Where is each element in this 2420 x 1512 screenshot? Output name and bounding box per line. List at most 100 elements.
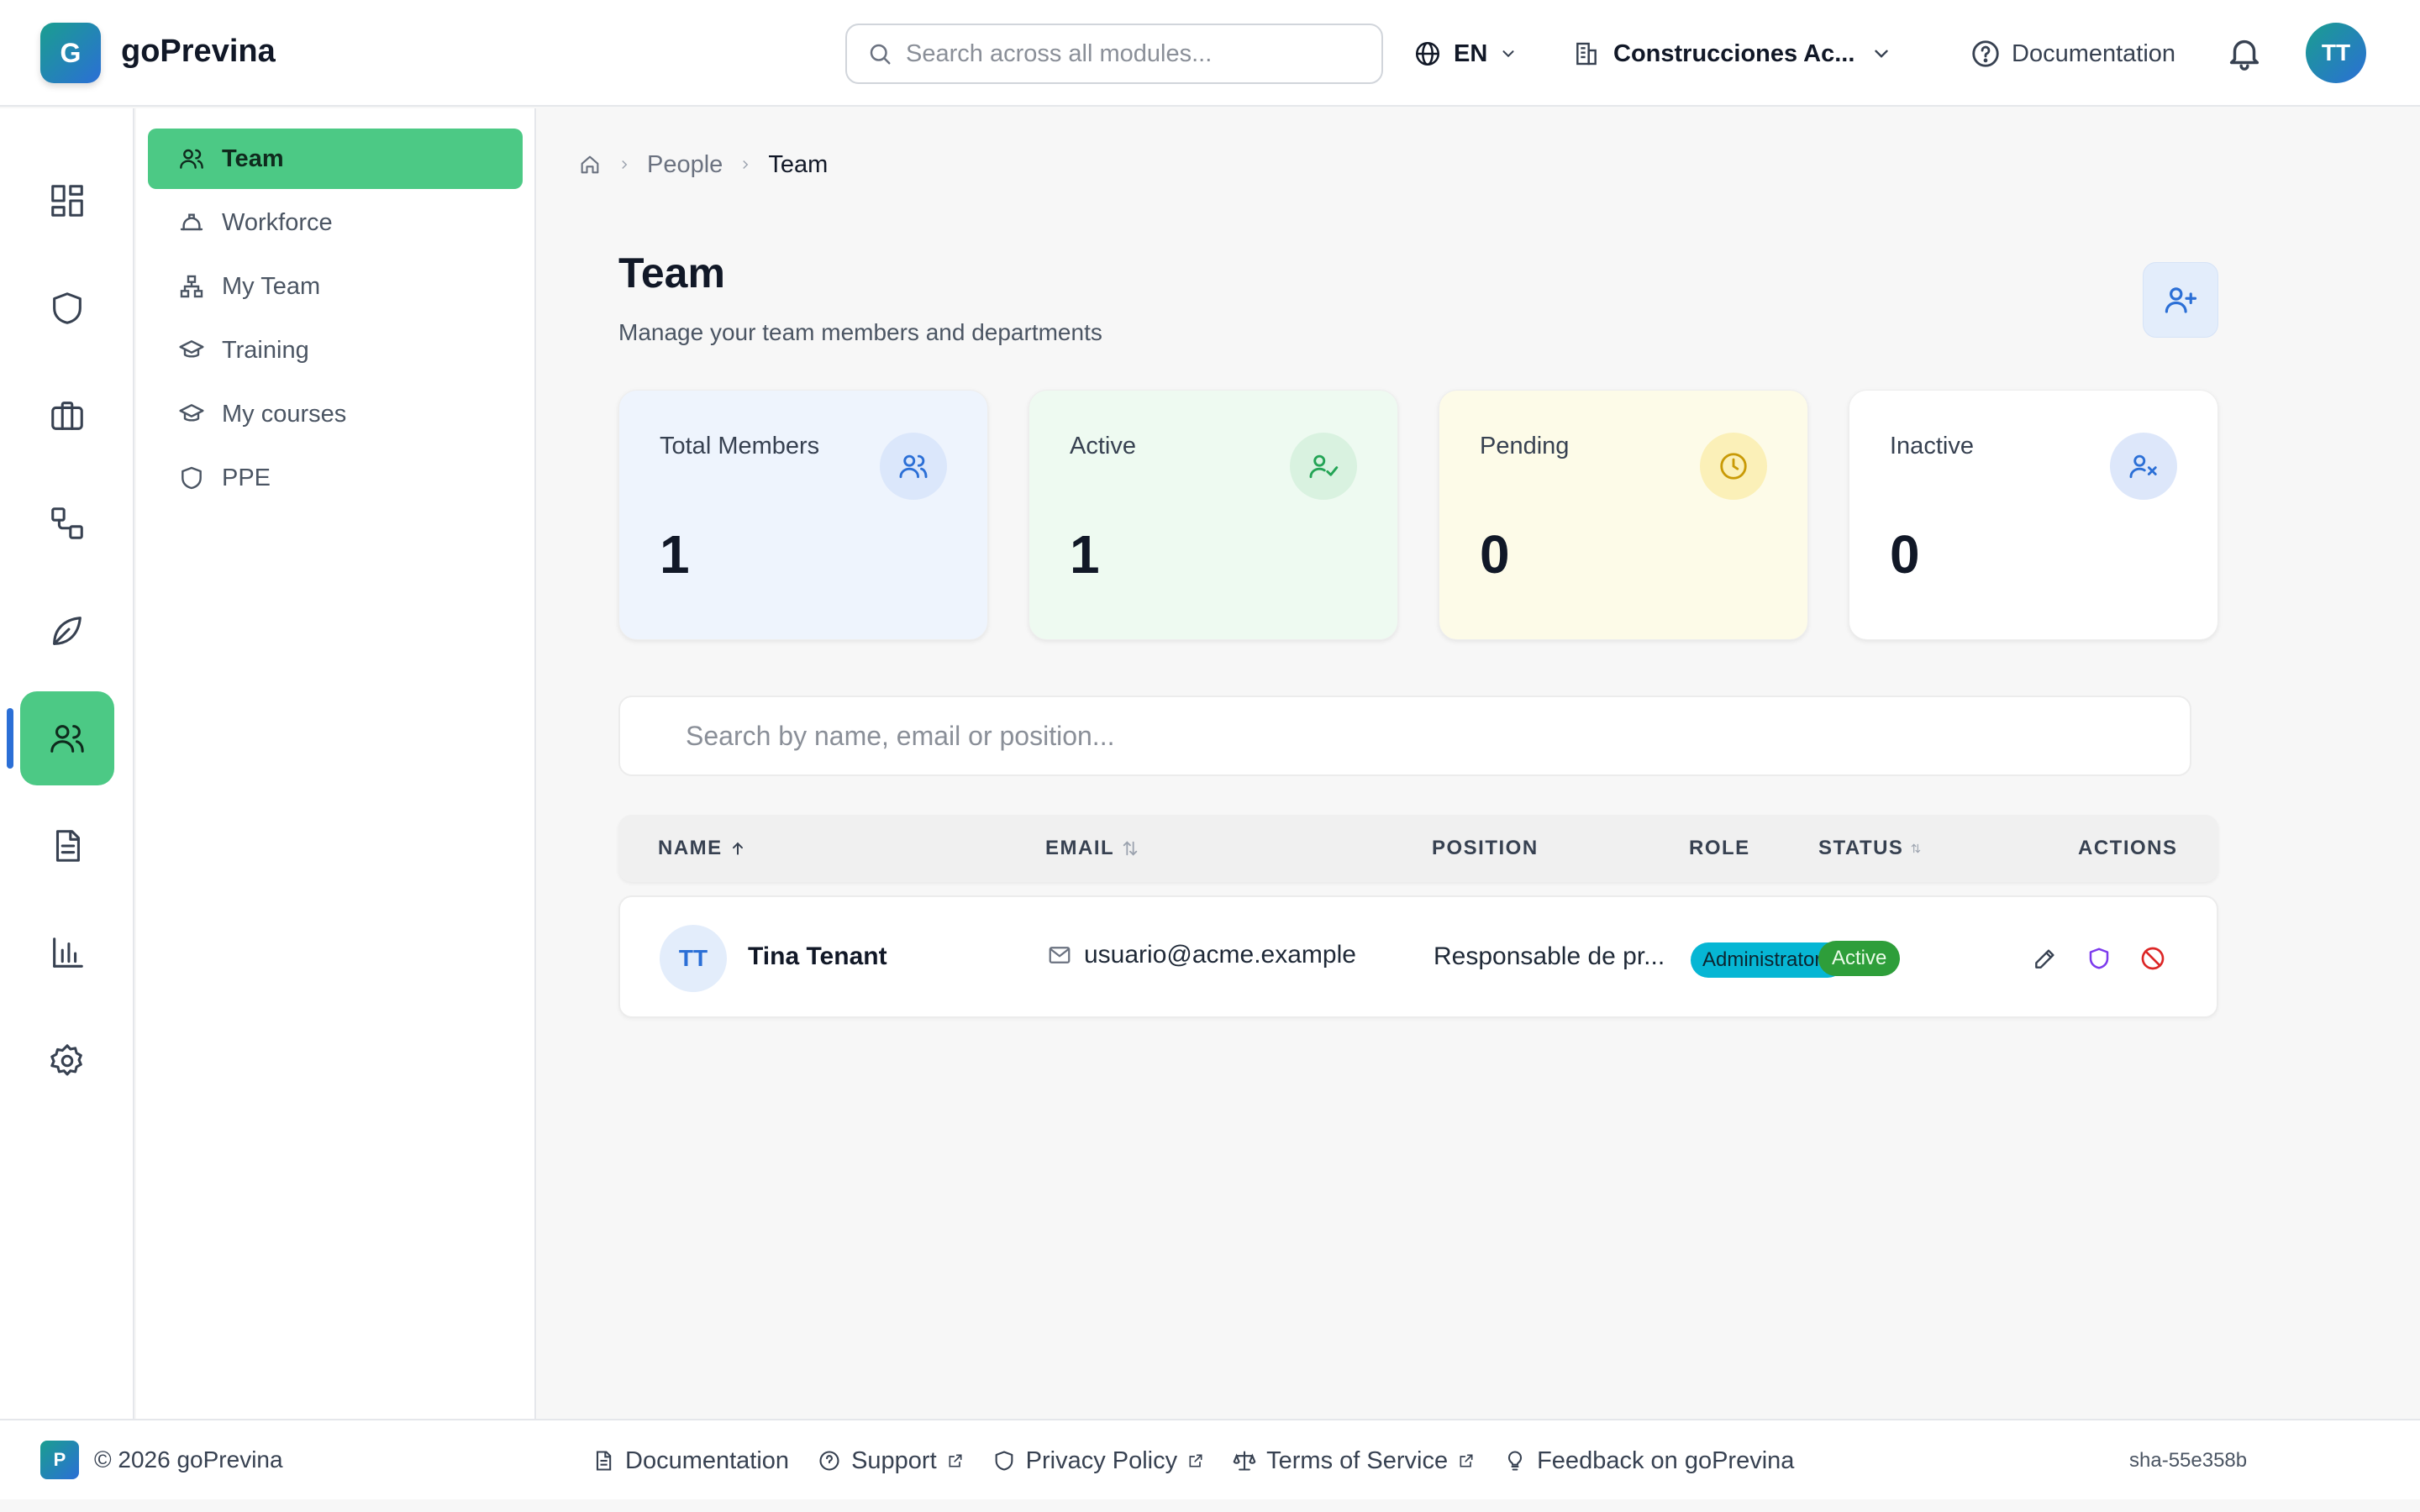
users-icon <box>880 433 947 500</box>
home-icon[interactable] <box>578 153 602 176</box>
table-row[interactable]: TT Tina Tenant usuario@acme.example Resp… <box>618 895 2218 1018</box>
member-avatar: TT <box>660 925 727 992</box>
footer-documentation-link[interactable]: Documentation <box>592 1447 789 1475</box>
user-plus-icon <box>2163 282 2198 318</box>
stat-value: 0 <box>1890 524 1920 585</box>
global-search-input[interactable]: Search across all modules... <box>845 24 1383 84</box>
footer-link-label: Support <box>851 1446 937 1474</box>
active-module-indicator <box>7 708 13 769</box>
shield-permissions-icon[interactable] <box>2082 942 2116 975</box>
graduation-cap-icon <box>178 401 205 428</box>
column-header-role: ROLE <box>1689 815 1750 882</box>
subnav-item-workforce[interactable]: Workforce <box>148 192 523 253</box>
breadcrumb-people[interactable]: People <box>647 151 723 179</box>
sort-icon <box>1121 839 1139 858</box>
subnav-label: PPE <box>222 464 271 491</box>
help-circle-icon <box>818 1449 841 1473</box>
documentation-link[interactable]: Documentation <box>1970 34 2175 74</box>
bell-icon[interactable] <box>2225 34 2264 72</box>
deactivate-icon[interactable] <box>2136 942 2170 975</box>
breadcrumb-current: Team <box>768 150 829 178</box>
member-search-input[interactable]: Search by name, email or position... <box>618 696 2191 776</box>
page-title: Team <box>618 249 725 297</box>
stat-label: Active <box>1070 433 1136 459</box>
subnav-item-my-team[interactable]: My Team <box>148 256 523 317</box>
stat-value: 1 <box>1070 524 1100 585</box>
footer-feedback-link[interactable]: Feedback on goPrevina <box>1503 1447 1794 1475</box>
column-label: ACTIONS <box>2078 837 2178 859</box>
edit-icon[interactable] <box>2028 942 2062 975</box>
stat-label: Pending <box>1480 433 1570 459</box>
external-link-icon <box>1458 1452 1475 1469</box>
page-subtitle: Manage your team members and departments <box>618 319 1102 345</box>
rail-dashboard[interactable] <box>20 154 114 248</box>
rail-settings[interactable] <box>20 1014 114 1108</box>
rail-documents[interactable] <box>20 799 114 893</box>
footer-link-label: Feedback on goPrevina <box>1537 1446 1795 1474</box>
leaf-icon <box>48 612 87 650</box>
footer: P © 2026 goPrevina Documentation Support… <box>0 1419 2420 1499</box>
subnav-item-ppe[interactable]: PPE <box>148 448 523 508</box>
company-name: Construcciones Ac... <box>1613 39 1855 67</box>
subnav-item-my-courses[interactable]: My courses <box>148 384 523 444</box>
people-subnav: Team Workforce My Team Training My cours… <box>136 108 536 1419</box>
column-header-position: POSITION <box>1432 815 1539 882</box>
chevron-down-icon <box>1499 45 1518 63</box>
sort-icon <box>1910 843 1922 854</box>
user-avatar[interactable]: TT <box>2306 23 2366 83</box>
module-rail <box>0 108 134 1419</box>
column-label: STATUS <box>1818 837 1904 859</box>
subnav-item-team[interactable]: Team <box>148 129 523 189</box>
column-label: NAME <box>658 837 723 859</box>
column-header-actions: ACTIONS <box>2078 815 2178 882</box>
stat-card-active: Active 1 <box>1028 390 1398 640</box>
graduation-cap-icon <box>178 337 205 364</box>
language-selector[interactable]: EN <box>1413 34 1518 74</box>
footer-terms-link[interactable]: Terms of Service <box>1233 1447 1475 1475</box>
column-label: EMAIL <box>1045 837 1115 859</box>
member-name[interactable]: Tina Tenant <box>748 942 887 971</box>
member-email-text: usuario@acme.example <box>1084 941 1356 969</box>
subnav-label: Training <box>222 336 309 364</box>
language-code: EN <box>1454 39 1488 67</box>
settings-icon <box>48 1042 87 1080</box>
stat-label: Inactive <box>1890 433 1974 459</box>
company-selector[interactable]: Construcciones Ac... <box>1573 34 1892 74</box>
footer-privacy-link[interactable]: Privacy Policy <box>992 1447 1205 1475</box>
search-placeholder: Search across all modules... <box>906 39 1213 67</box>
build-hash: sha-55e358b <box>2129 1449 2248 1472</box>
top-header: G goPrevina Search across all modules...… <box>0 0 2420 107</box>
subnav-item-training[interactable]: Training <box>148 320 523 381</box>
footer-support-link[interactable]: Support <box>818 1447 964 1475</box>
rail-projects[interactable] <box>20 369 114 463</box>
app-logo[interactable]: G <box>40 23 101 83</box>
org-chart-icon <box>178 273 205 300</box>
search-icon <box>867 41 892 66</box>
member-position: Responsable de pr... <box>1434 942 1665 970</box>
rail-environment[interactable] <box>20 584 114 678</box>
document-icon <box>48 827 87 865</box>
rail-people[interactable] <box>20 691 114 785</box>
member-email: usuario@acme.example <box>1047 941 1356 969</box>
column-header-email[interactable]: EMAIL <box>1045 815 1139 882</box>
clock-icon <box>1700 433 1767 500</box>
stat-value: 0 <box>1480 524 1510 585</box>
footer-link-label: Documentation <box>625 1446 790 1474</box>
column-header-name[interactable]: NAME <box>658 815 746 882</box>
subnav-label: My courses <box>222 400 347 428</box>
column-header-status[interactable]: STATUS <box>1818 815 1922 882</box>
scale-icon <box>1233 1449 1256 1473</box>
rail-workflows[interactable] <box>20 476 114 570</box>
breadcrumb: People Team <box>578 148 828 181</box>
dashboard-icon <box>48 181 87 220</box>
column-label: ROLE <box>1689 837 1750 859</box>
hard-hat-icon <box>178 209 205 236</box>
subnav-label: My Team <box>222 272 321 300</box>
app-name[interactable]: goPrevina <box>121 34 276 70</box>
chevron-down-icon <box>1870 43 1892 65</box>
rail-reports[interactable] <box>20 906 114 1000</box>
add-member-button[interactable] <box>2143 262 2218 338</box>
workflow-icon <box>48 504 87 543</box>
subnav-label: Workforce <box>222 208 333 236</box>
rail-safety[interactable] <box>20 261 114 355</box>
